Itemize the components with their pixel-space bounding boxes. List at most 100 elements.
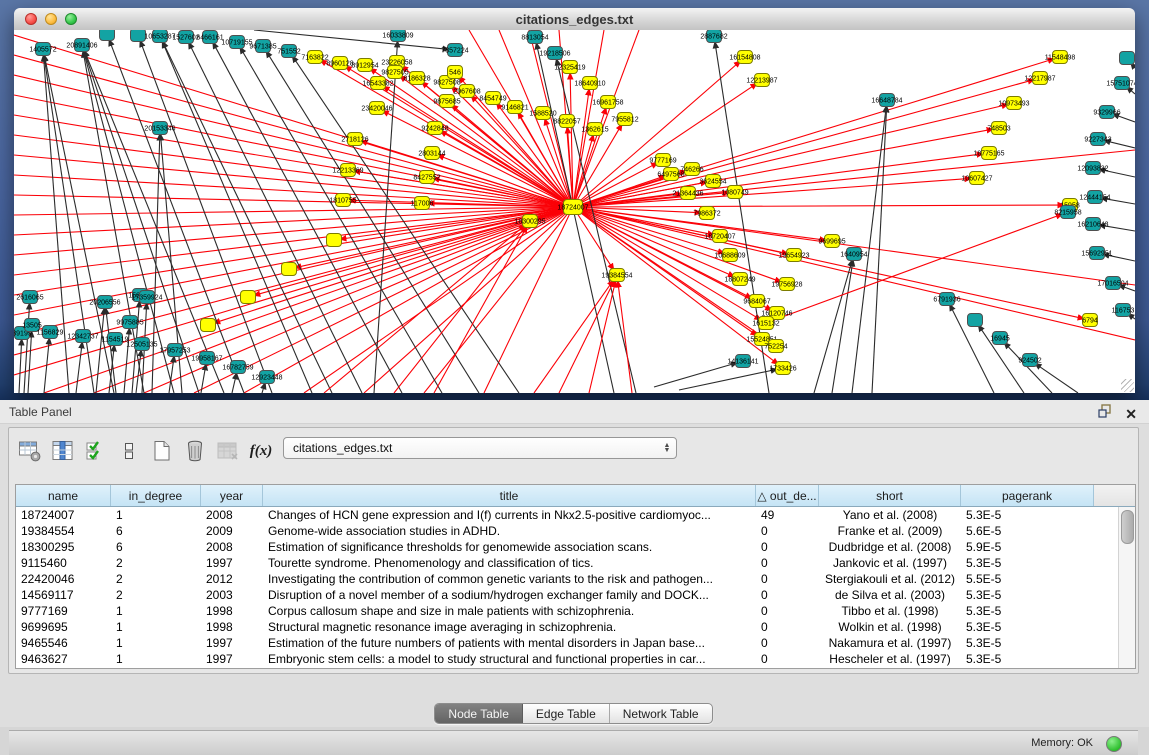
cell-in_degree[interactable]: 1: [111, 651, 201, 667]
cell-name[interactable]: 9777169: [16, 603, 111, 619]
cell-year[interactable]: 2012: [201, 571, 263, 587]
cell-short[interactable]: Yano et al. (2008): [819, 507, 961, 523]
cell-short[interactable]: Franke et al. (2009): [819, 523, 961, 539]
cell-title[interactable]: Genome-wide association studies in ADHD.: [263, 523, 756, 539]
tab-node-table[interactable]: Node Table: [435, 704, 523, 723]
cell-year[interactable]: 1997: [201, 635, 263, 651]
table-row[interactable]: 969969511998Structural magnetic resonanc…: [16, 619, 1119, 635]
scrollbar-thumb[interactable]: [1121, 510, 1134, 544]
cell-pagerank[interactable]: 5.5E-5: [961, 571, 1094, 587]
table-row[interactable]: 1456911722003Disruption of a novel membe…: [16, 587, 1119, 603]
cell-title[interactable]: Investigating the contribution of common…: [263, 571, 756, 587]
table-settings-icon[interactable]: [17, 438, 43, 464]
window-titlebar[interactable]: citations_edges.txt: [14, 8, 1135, 31]
select-all-icon[interactable]: [83, 438, 109, 464]
minimize-window-button[interactable]: [45, 13, 57, 25]
cell-name[interactable]: 9463627: [16, 651, 111, 667]
cell-name[interactable]: 19384554: [16, 523, 111, 539]
network-canvas[interactable]: 1872400771638228960128891295423226058982…: [14, 30, 1135, 393]
tab-network-table[interactable]: Network Table: [610, 704, 712, 723]
cell-pagerank[interactable]: 5.3E-5: [961, 603, 1094, 619]
column-header-short[interactable]: short: [819, 485, 961, 506]
cell-title[interactable]: Disruption of a novel member of a sodium…: [263, 587, 756, 603]
cell-title[interactable]: Tourette syndrome. Phenomenology and cla…: [263, 555, 756, 571]
cell-pagerank[interactable]: 5.6E-5: [961, 523, 1094, 539]
cell-name[interactable]: 18724007: [16, 507, 111, 523]
cell-title[interactable]: Changes of HCN gene expression and I(f) …: [263, 507, 756, 523]
cell-in_degree[interactable]: 2: [111, 571, 201, 587]
cell-year[interactable]: 2009: [201, 523, 263, 539]
table-row[interactable]: 977716911998Corpus callosum shape and si…: [16, 603, 1119, 619]
graph-node[interactable]: [282, 263, 297, 276]
function-builder-icon[interactable]: f(x): [248, 438, 274, 464]
cell-short[interactable]: Stergiakouli et al. (2012): [819, 571, 961, 587]
cell-in_degree[interactable]: 1: [111, 635, 201, 651]
column-header-in_degree[interactable]: in_degree: [111, 485, 201, 506]
cell-in_degree[interactable]: 1: [111, 603, 201, 619]
delete-table-icon[interactable]: [182, 438, 208, 464]
cell-in_degree[interactable]: 2: [111, 555, 201, 571]
cell-out_degree[interactable]: 0: [756, 571, 819, 587]
cell-pagerank[interactable]: 5.3E-5: [961, 651, 1094, 667]
cell-short[interactable]: Jankovic et al. (1997): [819, 555, 961, 571]
cell-title[interactable]: Estimation of the future numbers of pati…: [263, 635, 756, 651]
network-select[interactable]: citations_edges.txt ▲▼: [283, 437, 677, 459]
cell-short[interactable]: Nakamura et al. (1997): [819, 635, 961, 651]
cell-name[interactable]: 18300295: [16, 539, 111, 555]
cell-pagerank[interactable]: 5.9E-5: [961, 539, 1094, 555]
cell-out_degree[interactable]: 49: [756, 507, 819, 523]
graph-node[interactable]: [968, 314, 983, 327]
graph-node[interactable]: [131, 30, 146, 42]
cell-title[interactable]: Estimation of significance thresholds fo…: [263, 539, 756, 555]
column-header-pagerank[interactable]: pagerank: [961, 485, 1094, 506]
cell-title[interactable]: Corpus callosum shape and size in male p…: [263, 603, 756, 619]
cell-name[interactable]: 9465546: [16, 635, 111, 651]
cell-short[interactable]: Dudbridge et al. (2008): [819, 539, 961, 555]
cell-pagerank[interactable]: 5.3E-5: [961, 555, 1094, 571]
cell-pagerank[interactable]: 5.3E-5: [961, 619, 1094, 635]
cell-short[interactable]: Wolkin et al. (1998): [819, 619, 961, 635]
cell-name[interactable]: 9115460: [16, 555, 111, 571]
cell-pagerank[interactable]: 5.3E-5: [961, 635, 1094, 651]
graph-node[interactable]: [327, 234, 342, 247]
cell-out_degree[interactable]: 0: [756, 539, 819, 555]
import-table-icon[interactable]: [215, 438, 241, 464]
cell-year[interactable]: 1998: [201, 603, 263, 619]
cell-name[interactable]: 22420046: [16, 571, 111, 587]
table-row[interactable]: 946554611997Estimation of the future num…: [16, 635, 1119, 651]
table-row[interactable]: 946362711997Embryonic stem cells: a mode…: [16, 651, 1119, 667]
cell-out_degree[interactable]: 0: [756, 555, 819, 571]
close-window-button[interactable]: [25, 13, 37, 25]
cell-in_degree[interactable]: 6: [111, 523, 201, 539]
cell-out_degree[interactable]: 0: [756, 587, 819, 603]
cell-out_degree[interactable]: 0: [756, 635, 819, 651]
cell-out_degree[interactable]: 0: [756, 603, 819, 619]
cell-pagerank[interactable]: 5.3E-5: [961, 587, 1094, 603]
memory-indicator-icon[interactable]: [1106, 736, 1122, 752]
cell-in_degree[interactable]: 1: [111, 507, 201, 523]
column-header-out_de[interactable]: △ out_de...: [756, 485, 819, 506]
window-resize-grip[interactable]: [1121, 379, 1134, 392]
float-panel-icon[interactable]: [1098, 404, 1113, 423]
column-visibility-icon[interactable]: [50, 438, 76, 464]
cell-out_degree[interactable]: 0: [756, 651, 819, 667]
cell-short[interactable]: Tibbo et al. (1998): [819, 603, 961, 619]
table-row[interactable]: 911546021997Tourette syndrome. Phenomeno…: [16, 555, 1119, 571]
graph-node[interactable]: [1120, 52, 1135, 65]
table-row[interactable]: 1938455462009Genome-wide association stu…: [16, 523, 1119, 539]
cell-in_degree[interactable]: 1: [111, 619, 201, 635]
column-header-year[interactable]: year: [201, 485, 263, 506]
cell-title[interactable]: Structural magnetic resonance image aver…: [263, 619, 756, 635]
cell-year[interactable]: 2003: [201, 587, 263, 603]
cell-name[interactable]: 9699695: [16, 619, 111, 635]
table-scrollbar[interactable]: [1118, 507, 1135, 668]
cell-name[interactable]: 14569117: [16, 587, 111, 603]
column-header-name[interactable]: name: [16, 485, 111, 506]
network-view-window[interactable]: citations_edges.txt 18724007716382289601…: [14, 8, 1135, 393]
graph-node[interactable]: [100, 30, 115, 41]
cell-out_degree[interactable]: 0: [756, 619, 819, 635]
graph-node[interactable]: [201, 319, 216, 332]
tab-edge-table[interactable]: Edge Table: [523, 704, 610, 723]
cell-year[interactable]: 2008: [201, 507, 263, 523]
cell-year[interactable]: 1997: [201, 555, 263, 571]
